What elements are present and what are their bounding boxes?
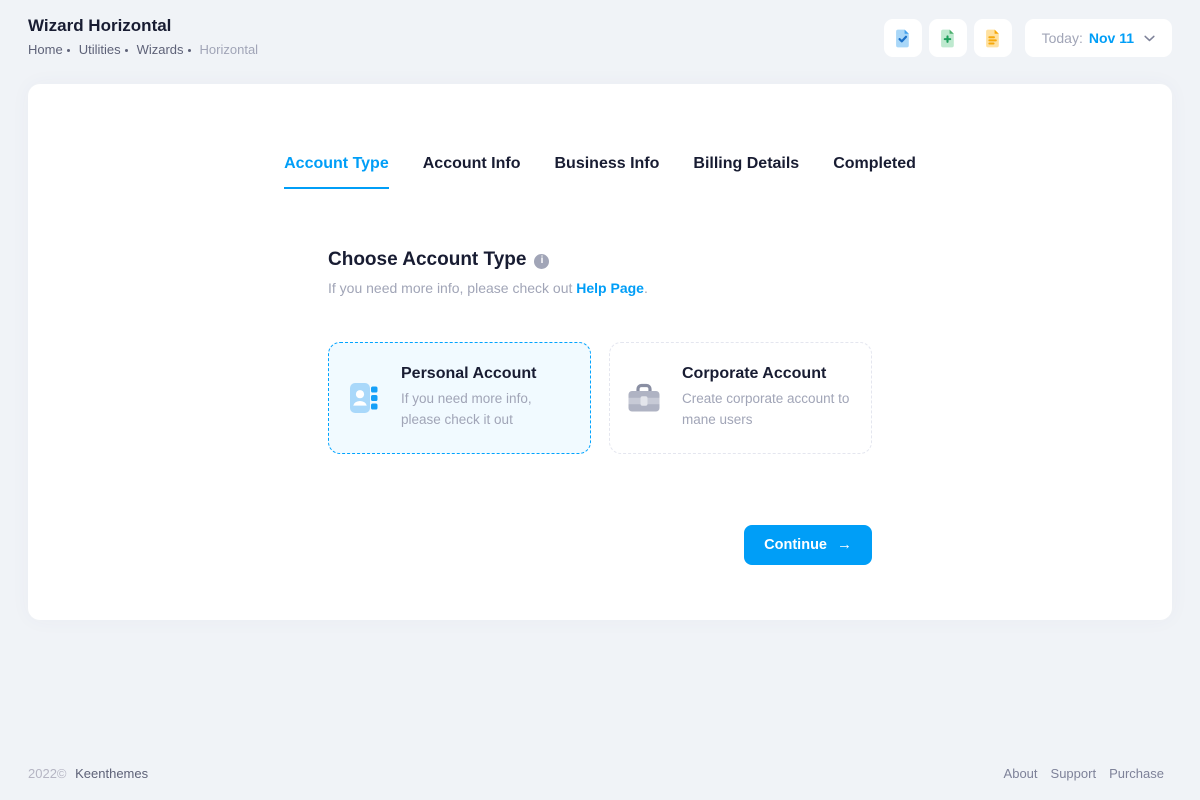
doc-lines-button[interactable] — [974, 19, 1012, 57]
date-picker-button[interactable]: Today: Nov 11 — [1025, 19, 1172, 57]
continue-button[interactable]: Continue → — [744, 525, 872, 565]
option-description: Create corporate account to mane users — [682, 389, 852, 431]
briefcase-icon — [624, 378, 664, 418]
step-subtitle: If you need more info, please check out … — [328, 280, 872, 296]
breadcrumb-separator — [125, 49, 128, 52]
wizard-steps-nav: Account Type Account Info Business Info … — [284, 154, 916, 189]
page-title: Wizard Horizontal — [28, 16, 258, 36]
step-heading: Choose Account Type i — [328, 249, 872, 272]
header-actions: Today: Nov 11 — [884, 19, 1172, 57]
footer-copyright: 2022© Keenthemes — [28, 766, 148, 781]
option-description: If you need more info, please check it o… — [401, 389, 571, 431]
step-subtitle-period: . — [644, 280, 648, 296]
tab-account-info[interactable]: Account Info — [423, 154, 521, 189]
tab-account-type[interactable]: Account Type — [284, 154, 389, 189]
option-texts: Corporate Account Create corporate accou… — [682, 365, 852, 431]
breadcrumb-separator — [67, 49, 70, 52]
date-value: Nov 11 — [1089, 30, 1134, 46]
page: Wizard Horizontal Home Utilities Wizards… — [0, 0, 1200, 800]
footer-links: About Support Purchase — [1004, 766, 1164, 781]
footer-link-purchase[interactable]: Purchase — [1109, 766, 1164, 781]
breadcrumb-item-utilities[interactable]: Utilities — [79, 42, 121, 57]
continue-button-label: Continue — [764, 537, 827, 553]
tab-completed[interactable]: Completed — [833, 154, 916, 189]
step-subtitle-text: If you need more info, please check out — [328, 280, 576, 296]
option-texts: Personal Account If you need more info, … — [401, 365, 571, 431]
header: Wizard Horizontal Home Utilities Wizards… — [0, 0, 1200, 70]
tab-billing-details[interactable]: Billing Details — [693, 154, 799, 189]
step-actions: Continue → — [328, 525, 872, 565]
footer: 2022© Keenthemes About Support Purchase — [0, 766, 1200, 800]
breadcrumb-separator — [188, 49, 191, 52]
option-title: Corporate Account — [682, 365, 852, 383]
wizard-card: Account Type Account Info Business Info … — [28, 84, 1172, 620]
breadcrumb-item-horizontal: Horizontal — [200, 42, 259, 57]
doc-check-button[interactable] — [884, 19, 922, 57]
copyright-company-link[interactable]: Keenthemes — [75, 766, 148, 781]
header-titles: Wizard Horizontal Home Utilities Wizards… — [28, 16, 258, 57]
step-content: Choose Account Type i If you need more i… — [328, 249, 872, 565]
breadcrumb-item-home[interactable]: Home — [28, 42, 63, 57]
copyright-year: 2022© — [28, 766, 67, 781]
doc-plus-icon — [937, 28, 958, 49]
footer-link-support[interactable]: Support — [1051, 766, 1097, 781]
tab-business-info[interactable]: Business Info — [555, 154, 660, 189]
breadcrumb: Home Utilities Wizards Horizontal — [28, 42, 258, 57]
chevron-down-icon — [1144, 35, 1155, 42]
doc-check-icon — [892, 28, 913, 49]
info-icon[interactable]: i — [534, 254, 549, 269]
option-personal-account[interactable]: Personal Account If you need more info, … — [328, 342, 591, 454]
arrow-right-icon: → — [837, 537, 852, 552]
breadcrumb-item-wizards[interactable]: Wizards — [137, 42, 184, 57]
option-title: Personal Account — [401, 365, 571, 383]
help-page-link[interactable]: Help Page — [576, 280, 644, 296]
step-heading-text: Choose Account Type — [328, 249, 526, 272]
contact-book-icon — [343, 378, 383, 418]
option-corporate-account[interactable]: Corporate Account Create corporate accou… — [609, 342, 872, 454]
doc-plus-button[interactable] — [929, 19, 967, 57]
doc-lines-icon — [982, 28, 1003, 49]
date-label: Today: — [1042, 30, 1083, 46]
account-type-options: Personal Account If you need more info, … — [328, 342, 872, 454]
footer-link-about[interactable]: About — [1004, 766, 1038, 781]
